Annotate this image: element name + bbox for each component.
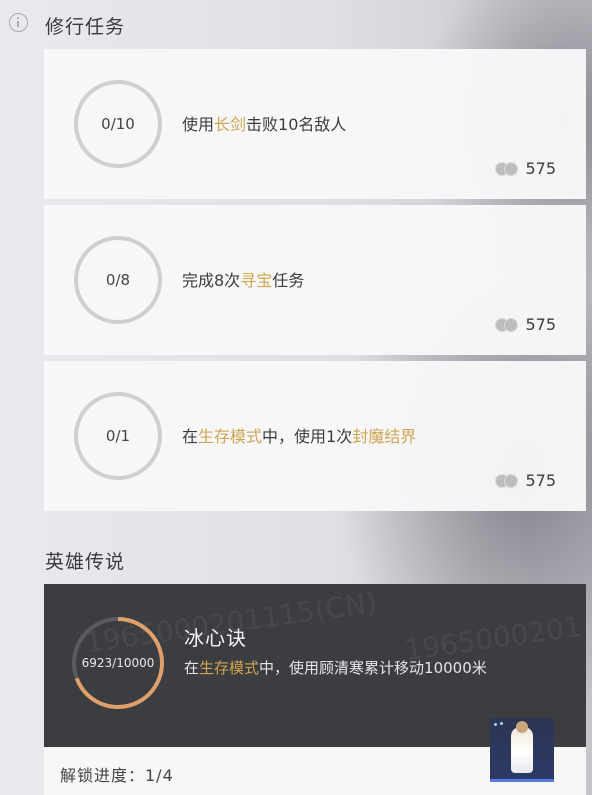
info-icon[interactable] (9, 13, 28, 32)
task-highlight: 长剑 (214, 115, 247, 134)
legend-text: 中，使用顾清寒累计移动10000米 (259, 659, 487, 677)
section-title-legend: 英雄传说 (45, 551, 126, 573)
unlock-progress: 解锁进度：1/4 (60, 766, 174, 785)
task-card[interactable]: 0/1 在生存模式中，使用1次封魔结界 575 (44, 361, 586, 511)
task-text: 任务 (272, 271, 305, 290)
coin-icon (495, 317, 519, 333)
reward-amount: 575 (525, 471, 556, 490)
reward-amount: 575 (525, 315, 556, 334)
task-description: 在生存模式中，使用1次封魔结界 (182, 423, 416, 447)
outfit-figure (511, 727, 533, 773)
task-progress-ring: 0/10 (74, 80, 162, 168)
reward-amount: 575 (525, 159, 556, 178)
task-progress-ring: 0/1 (74, 392, 162, 480)
coin-icon (495, 473, 519, 489)
section-title-training: 修行任务 (45, 16, 126, 38)
sparkle-icon (494, 723, 497, 726)
task-highlight: 寻宝 (240, 271, 273, 290)
task-progress-text: 0/1 (105, 427, 131, 445)
task-text: 中，使用1次 (262, 427, 353, 446)
task-progress-text: 0/8 (105, 271, 131, 289)
legend-description: 在生存模式中，使用顾清寒累计移动10000米 (184, 657, 487, 678)
task-progress-text: 0/10 (101, 115, 135, 133)
task-reward: 575 (495, 159, 556, 178)
task-highlight: 封魔结界 (352, 427, 417, 446)
legend-name: 冰心诀 (184, 626, 247, 650)
task-text: 击败10名敌人 (246, 115, 347, 134)
task-description: 使用长剑击败10名敌人 (182, 111, 346, 135)
legend-highlight: 生存模式 (199, 659, 260, 677)
task-highlight: 生存模式 (198, 427, 263, 446)
task-text: 使用 (182, 115, 215, 134)
task-card[interactable]: 0/10 使用长剑击败10名敌人 575 (44, 49, 586, 199)
task-text: 完成8次 (182, 271, 241, 290)
coin-icon (495, 161, 519, 177)
task-progress-ring: 0/8 (74, 236, 162, 324)
task-description: 完成8次寻宝任务 (182, 267, 304, 291)
sparkle-icon (500, 722, 503, 725)
outfit-head (516, 721, 528, 733)
task-reward: 575 (495, 471, 556, 490)
task-card[interactable]: 0/8 完成8次寻宝任务 575 (44, 205, 586, 355)
task-text: 在 (182, 427, 199, 446)
legend-progress-text: 6923/10000 (81, 656, 155, 670)
task-reward: 575 (495, 315, 556, 334)
legend-card[interactable]: 1965000201115(CN) 1965000201 6923/10000 … (44, 584, 586, 795)
legend-text: 在 (184, 659, 200, 677)
outfit-thumbnail[interactable] (490, 718, 554, 782)
